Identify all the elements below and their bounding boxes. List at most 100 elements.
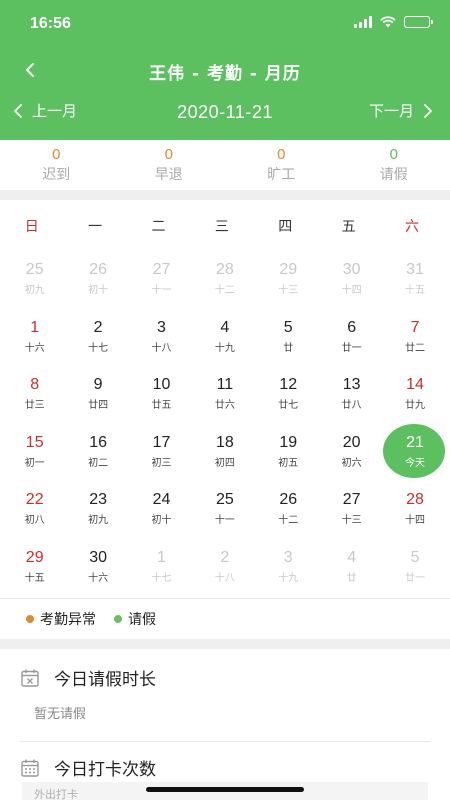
day-number: 29 <box>25 548 44 566</box>
calendar-week-row: 8 廿三 9 廿四 10 廿五 11 廿六 12 廿七 13 廿八 14 廿九 <box>3 365 447 423</box>
calendar-day[interactable]: 31 十五 <box>383 250 446 308</box>
day-number: 26 <box>279 491 298 508</box>
attendance-stats: 0 迟到 0 早退 0 旷工 0 请假 <box>0 140 450 190</box>
calendar-day[interactable]: 9 廿四 <box>66 365 129 423</box>
calendar-day[interactable]: 25 十一 <box>193 480 256 538</box>
lunar-date: 十一 <box>151 285 172 296</box>
calendar-day[interactable]: 5廿 <box>257 308 320 366</box>
calendar-day[interactable]: 18 初四 <box>193 423 256 481</box>
stat-leave: 0 请假 <box>338 140 450 190</box>
section-header: 今日打卡次数 <box>20 755 156 780</box>
day-number: 11 <box>216 376 234 393</box>
calendar-day[interactable]: 27 十一 <box>130 250 193 308</box>
calendar-day[interactable]: 29 十五 <box>3 538 66 596</box>
day-number: 28 <box>406 491 424 508</box>
weekday-label: 四 <box>278 219 293 235</box>
day-number: 18 <box>215 433 234 451</box>
calendar-day[interactable]: 20 初六 <box>320 423 383 481</box>
lunar-date: 十二 <box>214 285 235 296</box>
empty-leave-text: 暂无请假 <box>34 707 87 722</box>
green-dot-icon <box>114 615 122 623</box>
calendar-day[interactable]: 12 廿七 <box>257 365 320 423</box>
calendar-day[interactable]: 30 十六 <box>66 538 129 596</box>
weekday-label: 五 <box>341 219 356 235</box>
section-header: 今日请假时长 <box>20 665 156 690</box>
wifi-icon <box>380 16 396 28</box>
day-number: 8 <box>30 376 40 393</box>
day-number: 25 <box>215 491 234 508</box>
lunar-date: 今天 <box>405 457 426 469</box>
day-number: 22 <box>25 491 44 508</box>
lunar-date: 十九 <box>278 572 299 584</box>
calendar-day[interactable]: 28 十四 <box>383 480 446 538</box>
calendar-day[interactable]: 22 初八 <box>3 480 66 538</box>
calendar-day[interactable]: 19 初五 <box>257 423 320 481</box>
calendar-day[interactable]: 28 十二 <box>193 250 256 308</box>
stat-value: 0 <box>164 146 173 163</box>
calendar-day[interactable]: 2 十八 <box>193 538 256 596</box>
next-month-button[interactable]: 下一月 <box>369 100 434 121</box>
stat-late: 0 迟到 <box>0 140 113 190</box>
day-number: 1 <box>157 548 166 566</box>
calendar-day[interactable]: 5 廿一 <box>383 538 446 596</box>
lunar-date: 十九 <box>214 342 235 354</box>
calendar-day[interactable]: 25 初九 <box>3 250 66 308</box>
day-number: 29 <box>279 261 298 278</box>
section-gap <box>0 639 450 649</box>
home-indicator[interactable] <box>146 787 304 792</box>
weekday-header: 日 一 二 三 四 五 六 <box>0 216 450 236</box>
calendar-week-row: 15 初一 16 初二 17 初三 18 初四 19 初五 20 初六 21 今天 <box>3 423 447 481</box>
month-navigation: 上一月 2020-11-21 下一月 <box>0 96 450 132</box>
day-number: 24 <box>152 491 171 508</box>
calendar-day[interactable]: 4廿 <box>320 538 383 596</box>
day-number: 13 <box>342 376 361 393</box>
calendar-day[interactable]: 7 廿二 <box>383 308 446 366</box>
calendar-week-row: 22 初八 23 初九 24 初十 25 十一 26 十二 27 十三 28 十四 <box>3 480 447 538</box>
day-number: 2 <box>93 318 103 336</box>
lunar-date: 初二 <box>88 457 109 469</box>
calendar-day[interactable]: 15 初一 <box>3 423 66 481</box>
lunar-date: 初九 <box>24 285 45 296</box>
lunar-date: 廿二 <box>405 342 426 354</box>
calendar-day[interactable]: 14 廿九 <box>383 365 446 423</box>
calendar-day[interactable]: 23 初九 <box>66 480 129 538</box>
calendar-week-row: 1 十六 2 十七 3 十八 4 十九 5 廿 6 廿一 7 廿二 <box>3 308 447 366</box>
calendar-day[interactable]: 8 廿三 <box>3 365 66 423</box>
day-number: 27 <box>152 261 171 278</box>
day-number: 27 <box>342 491 361 508</box>
day-number: 30 <box>89 548 107 566</box>
calendar-day[interactable]: 11 廿六 <box>193 365 256 423</box>
day-number: 12 <box>279 376 298 393</box>
stat-label: 旷工 <box>267 167 296 183</box>
calendar-week-row: 25 初九 26 初十 27 十一 28 十二 29 十三 30 十四 31 十五 <box>3 250 447 308</box>
calendar-day[interactable]: 26 初十 <box>66 250 129 308</box>
calendar-day[interactable]: 4 十九 <box>193 308 256 366</box>
calendar-day[interactable]: 3 十八 <box>130 308 193 366</box>
lunar-date: 廿 <box>346 572 357 584</box>
calendar-day[interactable]: 16 初二 <box>66 423 129 481</box>
calendar-day[interactable]: 6 廿一 <box>320 308 383 366</box>
calendar-day[interactable]: 17 初三 <box>130 423 193 481</box>
lunar-date: 十五 <box>24 572 45 584</box>
calendar-day[interactable]: 29 十三 <box>257 250 320 308</box>
section-title: 今日请假时长 <box>54 670 156 690</box>
calendar-day[interactable]: 27 十三 <box>320 480 383 538</box>
lunar-date: 初八 <box>24 515 45 526</box>
calendar-day[interactable]: 30 十四 <box>320 250 383 308</box>
calendar-day[interactable]: 2 十七 <box>66 308 129 366</box>
calendar-day[interactable]: 10 廿五 <box>130 365 193 423</box>
lunar-date: 十八 <box>214 572 235 584</box>
calendar-day[interactable]: 3 十九 <box>257 538 320 596</box>
calendar-day[interactable]: 13 廿八 <box>320 365 383 423</box>
calendar-day-today[interactable]: 21 今天 <box>383 423 446 481</box>
next-month-label: 下一月 <box>368 102 414 120</box>
lunar-date: 十三 <box>278 285 299 296</box>
day-number: 17 <box>152 433 171 451</box>
calendar-day[interactable]: 1 十七 <box>130 538 193 596</box>
calendar-day[interactable]: 24 初十 <box>130 480 193 538</box>
calendar-day[interactable]: 1 十六 <box>3 308 66 366</box>
day-number: 21 <box>406 433 424 451</box>
calendar-day[interactable]: 26 十二 <box>257 480 320 538</box>
day-number: 10 <box>152 376 171 393</box>
stat-value: 0 <box>277 146 286 163</box>
